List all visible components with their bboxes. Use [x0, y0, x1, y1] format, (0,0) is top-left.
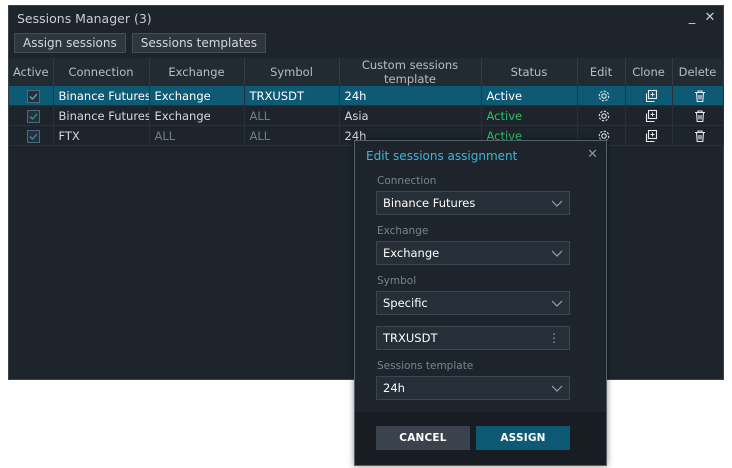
- table-row[interactable]: Binance Futures Exchange TRXUSDT 24h Act…: [9, 86, 724, 106]
- exchange-select[interactable]: Exchange: [376, 241, 570, 265]
- assign-button[interactable]: ASSIGN: [476, 426, 570, 450]
- connection-label: Connection: [377, 175, 437, 187]
- template-cell: Asia: [339, 105, 482, 126]
- dialog-footer: CANCEL ASSIGN: [355, 412, 606, 465]
- clone-button[interactable]: [625, 125, 673, 146]
- delete-button[interactable]: [672, 105, 724, 126]
- delete-button[interactable]: [672, 86, 724, 106]
- status-cell: Active: [481, 105, 578, 126]
- assign-sessions-button[interactable]: Assign sessions: [14, 33, 126, 53]
- column-header-symbol[interactable]: Symbol: [244, 58, 340, 86]
- checkmark-icon: [29, 133, 38, 140]
- sessions-template-select[interactable]: 24h: [376, 376, 570, 400]
- symbol-label: Symbol: [377, 275, 417, 287]
- clone-icon: [645, 109, 658, 122]
- sessions-table: Active Connection Exchange Symbol Custom…: [9, 58, 724, 146]
- connection-select-value: Binance Futures: [383, 196, 476, 210]
- clone-icon: [645, 89, 658, 102]
- dialog-title: Edit sessions assignment: [366, 149, 518, 163]
- column-header-exchange[interactable]: Exchange: [149, 58, 245, 86]
- symbol-input[interactable]: TRXUSDT ⋮: [376, 326, 570, 350]
- column-header-delete[interactable]: Delete: [672, 58, 724, 86]
- symbol-select[interactable]: Specific: [376, 291, 570, 315]
- gear-icon: [598, 90, 609, 102]
- column-header-status[interactable]: Status: [481, 58, 578, 86]
- connection-select[interactable]: Binance Futures: [376, 191, 570, 215]
- template-cell: 24h: [339, 86, 482, 106]
- symbol-cell: TRXUSDT: [244, 86, 340, 106]
- clone-icon: [645, 129, 658, 142]
- chevron-down-icon: [551, 250, 563, 257]
- trash-icon: [695, 90, 705, 102]
- dialog-close-button[interactable]: ✕: [587, 147, 598, 162]
- delete-button[interactable]: [672, 125, 724, 146]
- edit-button[interactable]: [577, 105, 626, 126]
- cancel-button[interactable]: CANCEL: [376, 426, 470, 450]
- connection-cell: Binance Futures: [53, 86, 150, 106]
- sessions-templates-button[interactable]: Sessions templates: [131, 33, 267, 53]
- symbol-select-value: Specific: [383, 296, 428, 310]
- trash-icon: [695, 130, 705, 142]
- column-header-edit[interactable]: Edit: [577, 58, 626, 86]
- chevron-down-icon: [551, 300, 563, 307]
- table-header-row: Active Connection Exchange Symbol Custom…: [9, 58, 724, 86]
- more-options-icon[interactable]: ⋮: [548, 327, 560, 349]
- chevron-down-icon: [551, 200, 563, 207]
- column-header-template[interactable]: Custom sessions template: [339, 58, 482, 86]
- symbol-cell: ALL: [244, 125, 340, 146]
- active-checkbox[interactable]: [26, 109, 40, 123]
- exchange-cell: Exchange: [149, 105, 245, 126]
- sessions-template-label: Sessions template: [377, 360, 474, 372]
- connection-cell: Binance Futures: [53, 105, 150, 126]
- window-titlebar: Sessions Manager (3): [9, 6, 723, 31]
- active-checkbox[interactable]: [26, 129, 40, 143]
- exchange-select-value: Exchange: [383, 246, 440, 260]
- toolbar: Assign sessions Sessions templates: [14, 33, 267, 53]
- close-window-button[interactable]: ✕: [703, 10, 717, 26]
- column-header-clone[interactable]: Clone: [625, 58, 673, 86]
- table-row[interactable]: Binance Futures Exchange ALL Asia Active: [9, 105, 724, 126]
- edit-button[interactable]: [577, 86, 626, 106]
- chevron-down-icon: [551, 385, 563, 392]
- active-checkbox-cell[interactable]: [9, 86, 54, 106]
- checkmark-icon: [29, 93, 38, 100]
- column-header-active[interactable]: Active: [9, 58, 54, 86]
- gear-icon: [598, 110, 609, 122]
- clone-button[interactable]: [625, 105, 673, 126]
- active-checkbox[interactable]: [26, 89, 40, 103]
- minimize-button[interactable]: _: [685, 10, 699, 26]
- connection-cell: FTX: [53, 125, 150, 146]
- symbol-input-value: TRXUSDT: [383, 331, 438, 345]
- status-cell: Active: [481, 86, 578, 106]
- trash-icon: [695, 110, 705, 122]
- column-header-connection[interactable]: Connection: [53, 58, 150, 86]
- window-title: Sessions Manager (3): [17, 11, 152, 26]
- exchange-label: Exchange: [377, 225, 429, 237]
- edit-sessions-dialog: Edit sessions assignment ✕ Connection Bi…: [354, 140, 607, 466]
- sessions-template-value: 24h: [383, 381, 405, 395]
- exchange-cell: ALL: [149, 125, 245, 146]
- clone-button[interactable]: [625, 86, 673, 106]
- active-checkbox-cell[interactable]: [9, 105, 54, 126]
- exchange-cell: Exchange: [149, 86, 245, 106]
- active-checkbox-cell[interactable]: [9, 125, 54, 146]
- checkmark-icon: [29, 113, 38, 120]
- symbol-cell: ALL: [244, 105, 340, 126]
